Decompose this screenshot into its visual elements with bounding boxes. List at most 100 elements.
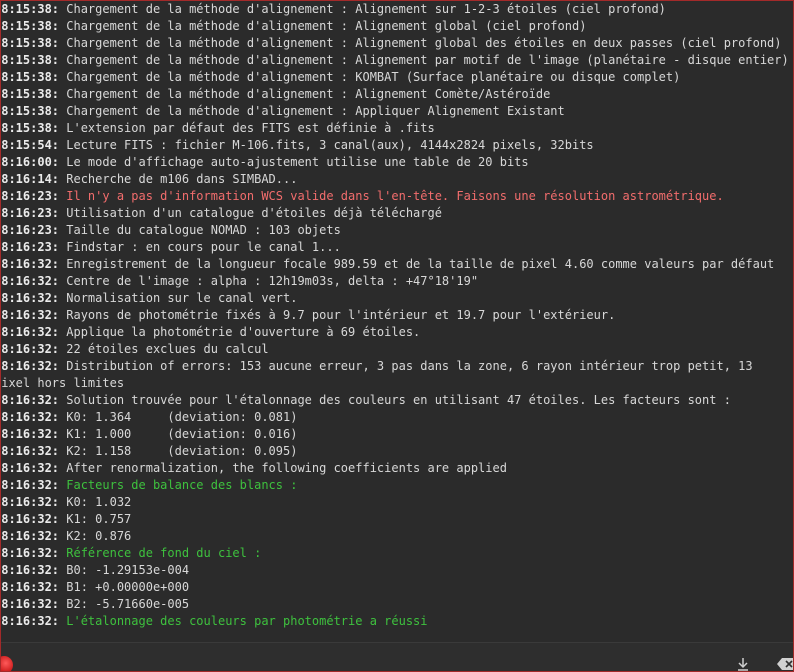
log-timestamp: 18:15:38: [1, 2, 60, 16]
log-line: 18:16:32: Centre de l'image : alpha : 12… [1, 273, 786, 290]
log-line: 18:15:38: L'extension par défaut des FIT… [1, 120, 786, 137]
log-line: 18:15:38: Chargement de la méthode d'ali… [1, 18, 786, 35]
log-message: B0: -1.29153e-004 [59, 563, 190, 577]
log-message: Chargement de la méthode d'alignement : … [59, 70, 681, 84]
log-timestamp: 18:16:23: [1, 206, 60, 220]
clear-log-icon[interactable] [777, 658, 794, 670]
log-line: 18:16:32: Enregistrement de la longueur … [1, 256, 786, 273]
red-dot-icon[interactable] [1, 656, 13, 671]
log-timestamp: 18:16:32: [1, 580, 60, 594]
log-timestamp: 18:16:32: [1, 291, 60, 305]
log-message: K0: 1.032 [59, 495, 132, 509]
log-message: Chargement de la méthode d'alignement : … [59, 104, 565, 118]
log-line: 18:16:00: Le mode d'affichage auto-ajust… [1, 154, 786, 171]
log-message: L'extension par défaut des FITS est défi… [59, 121, 435, 135]
log-message: K0: 1.364 (deviation: 0.081) [59, 410, 298, 424]
log-timestamp: 18:15:38: [1, 53, 60, 67]
log-timestamp: 18:16:32: [1, 563, 60, 577]
log-timestamp: 18:16:00: [1, 155, 60, 169]
log-line: 18:16:23: Utilisation d'un catalogue d'é… [1, 205, 786, 222]
log-message: Applique la photométrie d'ouverture à 69… [59, 325, 421, 339]
log-timestamp: 18:16:32: [1, 410, 60, 424]
log-timestamp: 18:16:32: [1, 308, 60, 322]
log-timestamp: 18:16:32: [1, 359, 60, 373]
log-line: 18:16:14: Recherche de m106 dans SIMBAD.… [1, 171, 786, 188]
log-message: B2: -5.71660e-005 [59, 597, 190, 611]
log-line: 18:16:23: Taille du catalogue NOMAD : 10… [1, 222, 786, 239]
log-line: 18:16:32: K1: 1.000 (deviation: 0.016) [1, 426, 786, 443]
log-message: K2: 1.158 (deviation: 0.095) [59, 444, 298, 458]
log-timestamp: 18:15:38: [1, 19, 60, 33]
log-message: K1: 1.000 (deviation: 0.016) [59, 427, 298, 441]
scroll-to-bottom-icon[interactable] [735, 656, 751, 672]
log-message: Chargement de la méthode d'alignement : … [59, 53, 789, 67]
log-message: Référence de fond du ciel : [59, 546, 262, 560]
log-timestamp: 18:16:32: [1, 427, 60, 441]
log-timestamp: 18:16:32: [1, 597, 60, 611]
log-line: 18:16:32: K1: 0.757 [1, 511, 786, 528]
log-message: Le mode d'affichage auto-ajustement util… [59, 155, 529, 169]
log-timestamp: 18:16:32: [1, 529, 60, 543]
log-message: K2: 0.876 [59, 529, 132, 543]
log-timestamp: 18:16:32: [1, 461, 60, 475]
log-timestamp: 18:15:38: [1, 104, 60, 118]
log-timestamp: 18:16:23: [1, 240, 60, 254]
log-message: Enregistrement de la longueur focale 989… [59, 257, 775, 271]
log-message: Il n'y a pas d'information WCS valide da… [59, 189, 724, 203]
log-message: Lecture FITS : fichier M-106.fits, 3 can… [59, 138, 594, 152]
log-message: B1: +0.00000e+000 [59, 580, 190, 594]
log-message: Rayons de photométrie fixés à 9.7 pour l… [59, 308, 616, 322]
log-line: 18:16:32: Applique la photométrie d'ouve… [1, 324, 786, 341]
log-line: 18:16:32: Distribution of errors: 153 au… [1, 358, 779, 392]
log-message: After renormalization, the following coe… [59, 461, 507, 475]
log-message: Distribution of errors: 153 aucune erreu… [1, 359, 760, 390]
log-timestamp: 18:15:38: [1, 36, 60, 50]
log-timestamp: 18:16:32: [1, 512, 60, 526]
log-message: Facteurs de balance des blancs : [59, 478, 298, 492]
log-message: Findstar : en cours pour le canal 1... [59, 240, 341, 254]
log-timestamp: 18:16:32: [1, 274, 60, 288]
log-message: Chargement de la méthode d'alignement : … [59, 2, 666, 16]
log-timestamp: 18:16:32: [1, 257, 60, 271]
status-bar [1, 642, 794, 672]
log-line: 18:16:32: B0: -1.29153e-004 [1, 562, 786, 579]
log-line: 18:16:32: K2: 1.158 (deviation: 0.095) [1, 443, 786, 460]
log-message: Solution trouvée pour l'étalonnage des c… [59, 393, 731, 407]
log-line: 18:16:32: L'étalonnage des couleurs par … [1, 613, 786, 630]
log-timestamp: 18:16:14: [1, 172, 60, 186]
log-line: 18:15:38: Chargement de la méthode d'ali… [1, 69, 786, 86]
log-timestamp: 18:16:32: [1, 495, 60, 509]
log-timestamp: 18:15:38: [1, 87, 60, 101]
log-line: 18:16:32: K2: 0.876 [1, 528, 786, 545]
log-line: 18:16:32: Solution trouvée pour l'étalon… [1, 392, 786, 409]
log-timestamp: 18:16:32: [1, 393, 60, 407]
log-timestamp: 18:16:32: [1, 325, 60, 339]
log-message: Recherche de m106 dans SIMBAD... [59, 172, 298, 186]
log-line: 18:16:32: After renormalization, the fol… [1, 460, 786, 477]
log-message: Chargement de la méthode d'alignement : … [59, 36, 782, 50]
log-line: 18:15:38: Chargement de la méthode d'ali… [1, 52, 789, 69]
log-message: 22 étoiles exclues du calcul [59, 342, 269, 356]
log-timestamp: 18:16:23: [1, 189, 60, 203]
log-line: 18:16:32: K0: 1.032 [1, 494, 786, 511]
log-message: Utilisation d'un catalogue d'étoiles déj… [59, 206, 442, 220]
log-message: Centre de l'image : alpha : 12h19m03s, d… [59, 274, 479, 288]
log-timestamp: 18:15:54: [1, 138, 60, 152]
log-view[interactable]: 18:15:38: Chargement de la méthode d'ali… [1, 1, 793, 642]
log-line: 18:16:32: 22 étoiles exclues du calcul [1, 341, 786, 358]
log-line: 18:15:38: Chargement de la méthode d'ali… [1, 35, 786, 52]
log-timestamp: 18:16:32: [1, 546, 60, 560]
log-line: 18:16:32: K0: 1.364 (deviation: 0.081) [1, 409, 786, 426]
log-line: 18:16:32: B2: -5.71660e-005 [1, 596, 786, 613]
log-message: Chargement de la méthode d'alignement : … [59, 87, 551, 101]
log-message: K1: 0.757 [59, 512, 132, 526]
log-message: Chargement de la méthode d'alignement : … [59, 19, 587, 33]
log-timestamp: 18:15:38: [1, 121, 60, 135]
log-line: 18:16:32: B1: +0.00000e+000 [1, 579, 786, 596]
log-message: L'étalonnage des couleurs par photométri… [59, 614, 428, 628]
log-line: 18:15:38: Chargement de la méthode d'ali… [1, 103, 786, 120]
log-timestamp: 18:16:32: [1, 478, 60, 492]
log-line: 18:16:23: Il n'y a pas d'information WCS… [1, 188, 786, 205]
log-timestamp: 18:15:38: [1, 70, 60, 84]
log-message: Taille du catalogue NOMAD : 103 objets [59, 223, 341, 237]
